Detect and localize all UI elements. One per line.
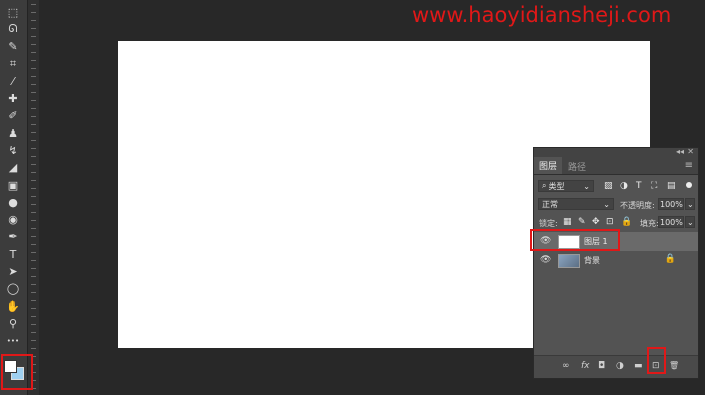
quick-select-icon[interactable]: ✎ [4, 39, 22, 55]
panel-bottom-bar: ∞ fx ◘ ◑ ▬ ⊡ 🗑 [534, 355, 698, 378]
eye-icon[interactable]: 👁 [540, 255, 551, 265]
filter-shape-icon[interactable]: ⛶ [651, 181, 657, 191]
filter-smart-object-icon[interactable]: ▤ [667, 181, 676, 191]
add-mask-icon[interactable]: ◘ [598, 361, 605, 371]
filter-kind-label: 类型 [548, 181, 565, 191]
filter-type-icon[interactable]: T [636, 181, 642, 191]
lock-transparent-icon[interactable]: ▦ [563, 217, 572, 227]
fill-dropdown[interactable]: ⌄ [685, 216, 695, 228]
search-icon: ⌕ [542, 181, 547, 190]
lasso-icon[interactable]: ᘏ [4, 21, 22, 37]
tab-paths[interactable]: 路径 [568, 160, 586, 173]
clone-stamp-icon[interactable]: ♟ [4, 125, 22, 141]
vertical-ruler [27, 0, 39, 395]
opacity-dropdown[interactable]: ⌄ [685, 198, 695, 210]
opacity-input[interactable]: 100% [658, 198, 684, 210]
pen-icon[interactable]: ✒ [4, 229, 22, 245]
new-layer-highlight [647, 347, 666, 374]
panel-tabs: 图层 路径 ≡ [534, 157, 698, 175]
dodge-icon[interactable]: ◉ [4, 212, 22, 228]
opacity-label: 不透明度: [620, 201, 655, 210]
layer-row-background[interactable]: 👁 背景 🔒 [534, 251, 698, 270]
filter-adjustment-icon[interactable]: ◑ [620, 181, 628, 191]
lock-image-icon[interactable]: ✎ [578, 217, 586, 227]
adjustment-layer-icon[interactable]: ◑ [616, 361, 624, 371]
swatch-highlight [1, 354, 33, 390]
lock-label: 锁定: [539, 219, 558, 228]
gradient-icon[interactable]: ▣ [4, 177, 22, 193]
filter-pixel-icon[interactable]: ▨ [604, 181, 613, 191]
layer-name: 背景 [584, 256, 600, 265]
tab-layers[interactable]: 图层 [534, 157, 562, 174]
healing-brush-icon[interactable]: ✚ [4, 91, 22, 107]
blend-mode-value: 正常 [542, 199, 558, 209]
tools-panel: ⬚ ᘏ ✎ ⌗ ⁄ ✚ ✐ ♟ ↯ ◢ ▣ ● ◉ ✒ T ➤ ◯ ✋ ⚲ ••• [0, 0, 27, 395]
close-icon[interactable]: ✕ [687, 147, 694, 156]
watermark-text: www.haoyidiansheji.com [412, 3, 672, 27]
lock-position-icon[interactable]: ✥ [592, 217, 600, 227]
fx-icon[interactable]: fx [581, 361, 590, 371]
panel-top-bar: ◂◂ ✕ [534, 147, 698, 157]
zoom-icon[interactable]: ⚲ [4, 315, 22, 331]
path-select-icon[interactable]: ➤ [4, 264, 22, 280]
trash-icon[interactable]: 🗑 [669, 361, 679, 370]
blend-row: 正常 ⌄ 不透明度: 100% ⌄ [534, 197, 698, 213]
more-tools-icon[interactable]: ••• [4, 333, 22, 349]
fill-input[interactable]: 100% [658, 216, 684, 228]
eraser-icon[interactable]: ◢ [4, 160, 22, 176]
brush-icon[interactable]: ✐ [4, 108, 22, 124]
history-brush-icon[interactable]: ↯ [4, 142, 22, 158]
lock-all-icon[interactable]: 🔒 [621, 217, 632, 227]
panel-menu-icon[interactable]: ≡ [685, 160, 693, 171]
filter-toggle-icon[interactable] [686, 182, 692, 188]
blur-icon[interactable]: ● [4, 194, 22, 210]
link-layers-icon[interactable]: ∞ [562, 361, 570, 371]
ellipse-icon[interactable]: ◯ [4, 281, 22, 297]
fill-label: 填充: [640, 219, 659, 228]
chevron-down-icon: ⌄ [603, 199, 610, 209]
eyedropper-icon[interactable]: ⁄ [4, 73, 22, 89]
marquee-icon[interactable]: ⬚ [4, 4, 22, 20]
layers-panel: ◂◂ ✕ 图层 路径 ≡ ⌕ 类型 ⌄ ▨ ◑ T ⛶ ▤ 正常 ⌄ 不透明度:… [533, 147, 699, 379]
crop-icon[interactable]: ⌗ [4, 56, 22, 72]
lock-artboard-icon[interactable]: ⊡ [606, 217, 614, 227]
folder-icon[interactable]: ▬ [634, 361, 643, 371]
filter-kind-select[interactable]: ⌕ 类型 ⌄ [538, 180, 594, 192]
filter-row: ⌕ 类型 ⌄ ▨ ◑ T ⛶ ▤ [534, 179, 698, 195]
layer-thumbnail [558, 254, 580, 268]
type-icon[interactable]: T [4, 246, 22, 262]
lock-icon: 🔒 [664, 254, 676, 264]
chevron-down-icon: ⌄ [583, 181, 590, 191]
hand-icon[interactable]: ✋ [4, 298, 22, 314]
blend-mode-select[interactable]: 正常 ⌄ [538, 198, 614, 210]
layer-highlight [530, 229, 620, 251]
collapse-icon[interactable]: ◂◂ [676, 147, 684, 156]
